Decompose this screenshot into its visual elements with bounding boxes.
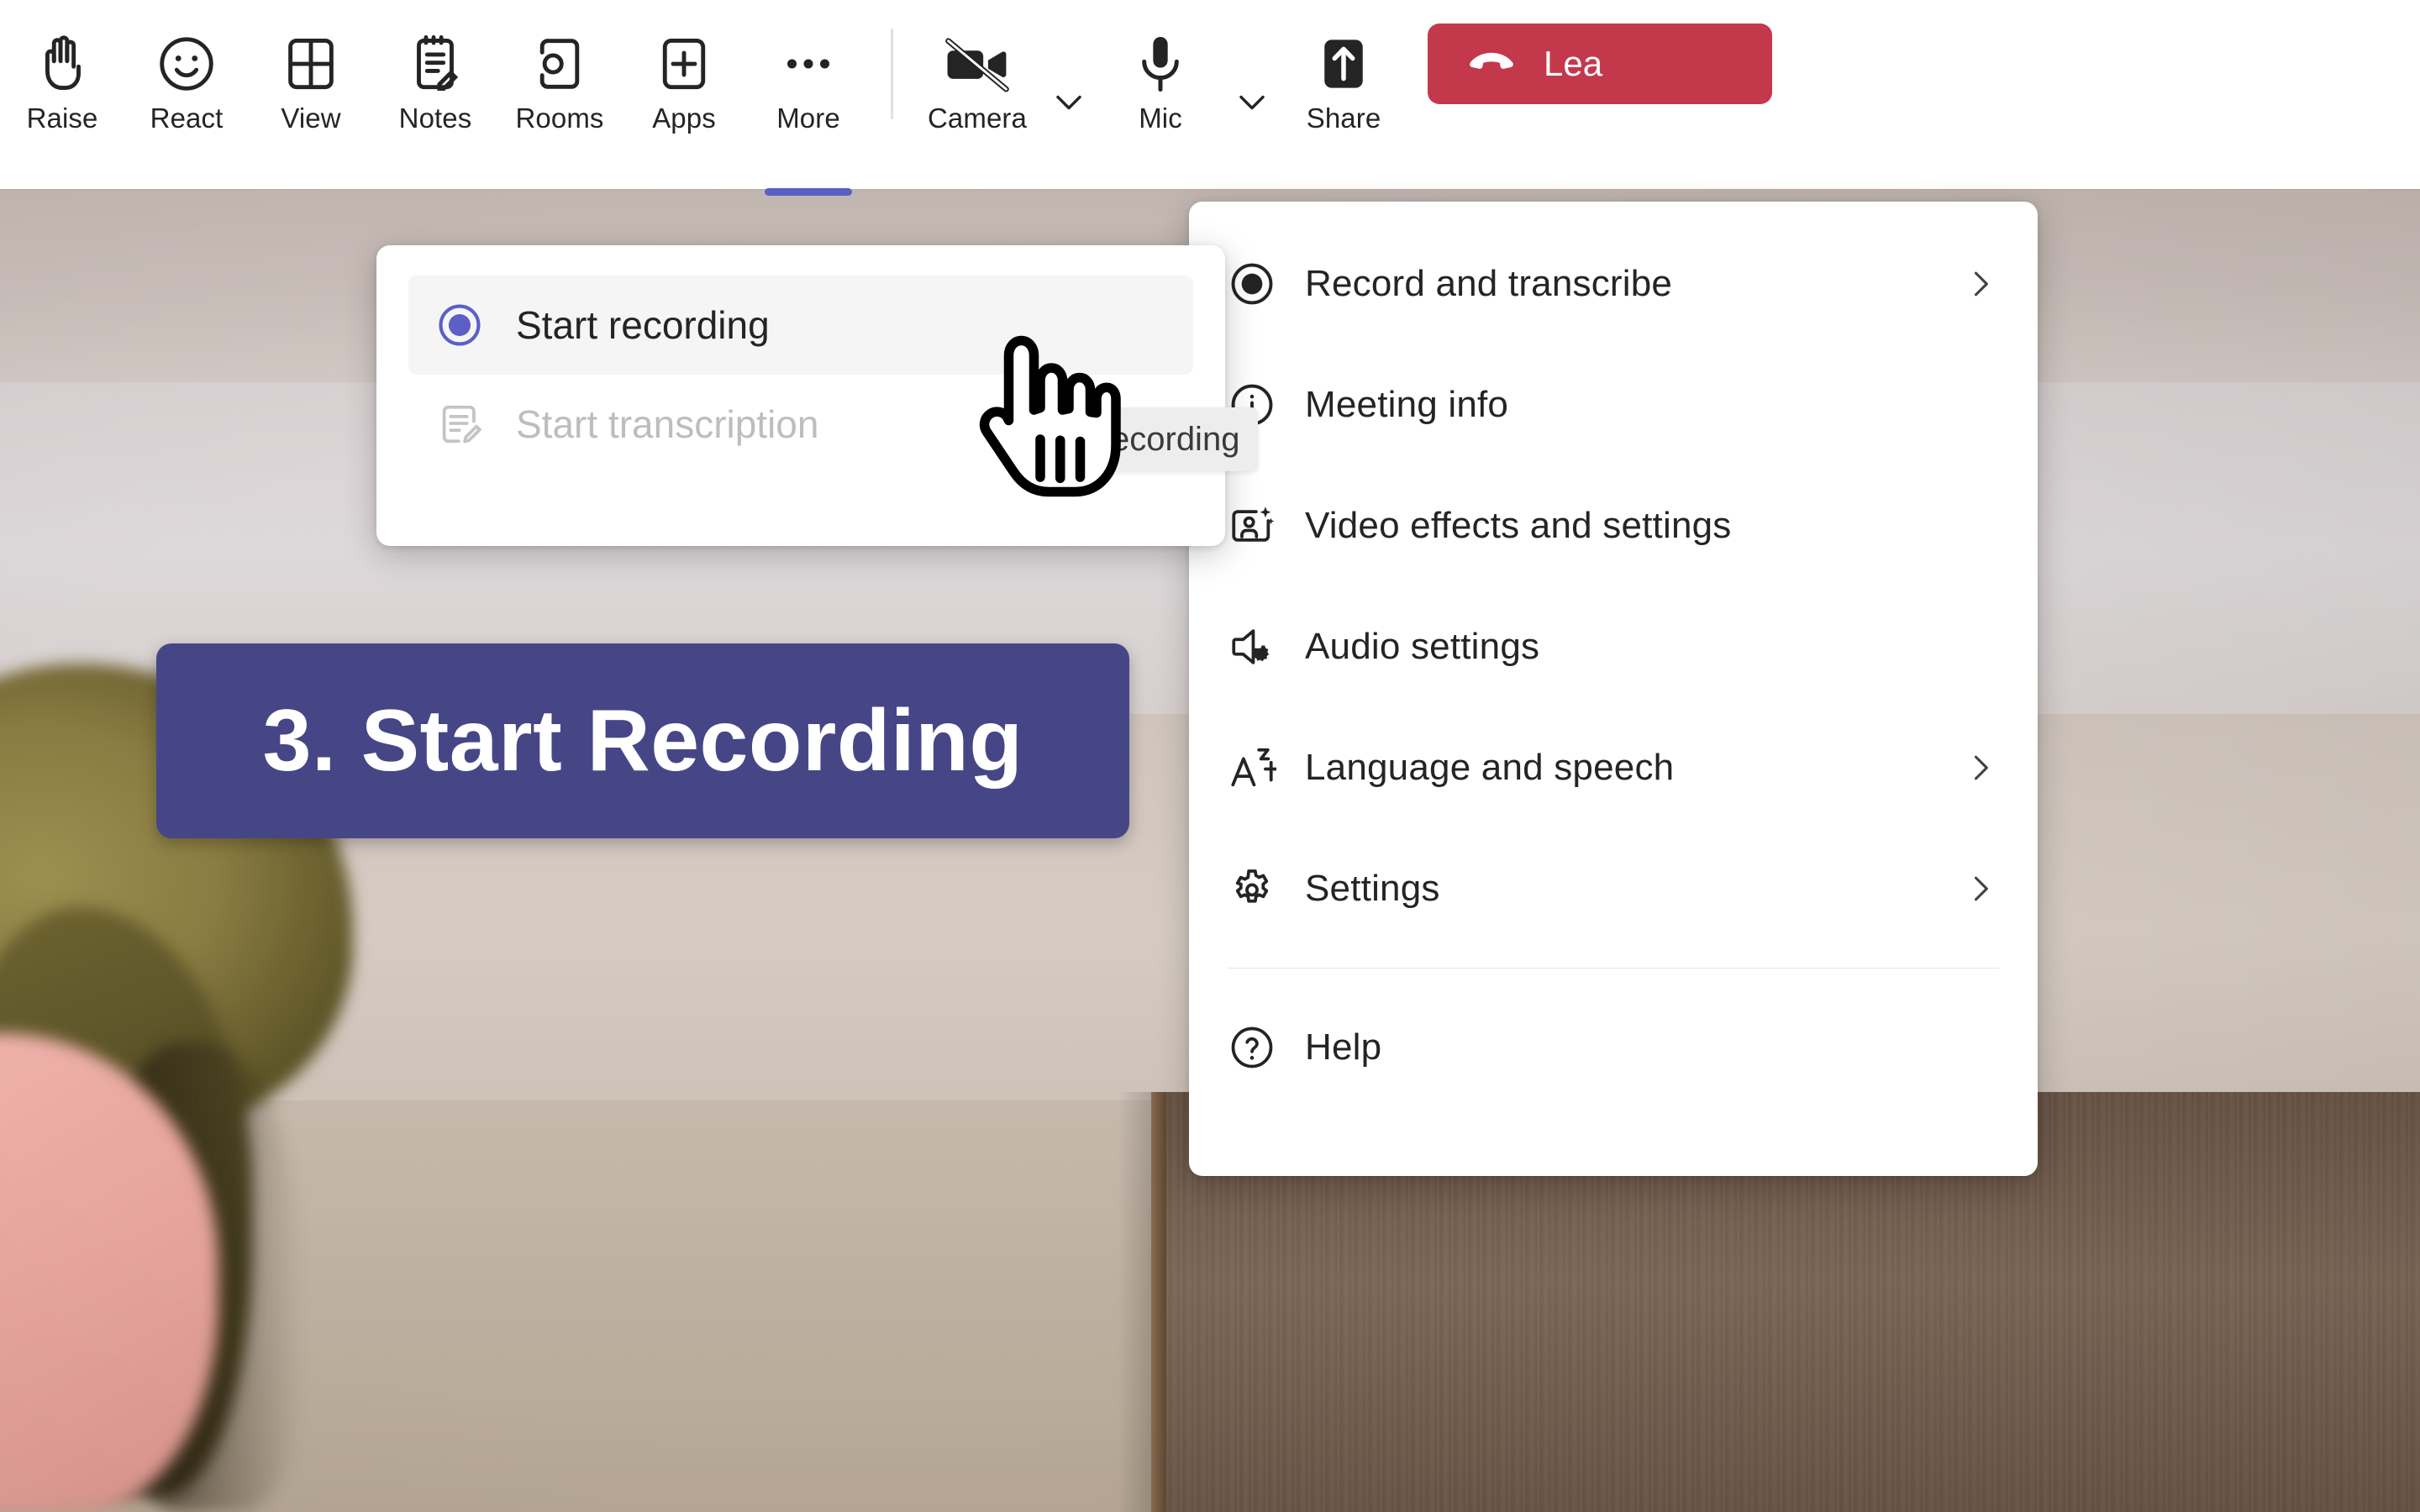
grid-view-icon	[278, 25, 344, 102]
help-circle-icon	[1228, 1023, 1305, 1072]
submenu-item-label: Start transcription	[516, 402, 819, 446]
menu-item-audio-settings[interactable]: Audio settings	[1189, 586, 2038, 707]
menu-item-label: Record and transcribe	[1305, 263, 1673, 304]
gear-icon	[1228, 864, 1305, 913]
toolbar-item-react[interactable]: React	[124, 0, 249, 181]
record-radio-icon	[435, 301, 516, 349]
raise-hand-icon	[29, 25, 95, 102]
toolbar-item-label: Rooms	[515, 102, 604, 134]
toolbar-item-label: Share	[1306, 102, 1381, 134]
submenu-item-start-recording[interactable]: Start recording	[408, 276, 1193, 375]
menu-item-language-and-speech[interactable]: Language and speech	[1189, 707, 2038, 828]
menu-item-video-effects-and-settings[interactable]: Video effects and settings	[1189, 465, 2038, 586]
menu-item-label: Meeting info	[1305, 384, 1509, 425]
microphone-icon	[1127, 25, 1194, 102]
step-banner-text: 3. Start Recording	[262, 691, 1023, 790]
wood-panel-shadow	[1118, 1092, 1155, 1512]
toolbar-item-label: React	[150, 102, 224, 134]
step-banner: 3. Start Recording	[156, 643, 1129, 838]
breakout-rooms-icon	[527, 25, 592, 102]
toolbar-item-label: View	[281, 102, 341, 134]
menu-item-label: Video effects and settings	[1305, 505, 1732, 546]
toolbar-item-notes[interactable]: Notes	[373, 0, 497, 181]
menu-item-label: Help	[1305, 1026, 1382, 1068]
menu-item-label: Language and speech	[1305, 747, 1675, 788]
video-effects-icon	[1228, 501, 1305, 550]
record-circle-icon	[1228, 260, 1305, 308]
toolbar-item-label: More	[776, 102, 840, 134]
language-icon	[1228, 743, 1305, 792]
plus-apps-icon	[651, 25, 717, 102]
menu-divider	[1228, 968, 1999, 969]
leave-button-label: Lea	[1544, 44, 1603, 83]
camera-control-group: Camera	[915, 0, 1098, 181]
meeting-toolbar: Raise React View Notes Rooms Apps More C…	[0, 0, 2420, 196]
submenu-item-start-transcription: Start transcription	[408, 375, 1193, 474]
menu-item-label: Settings	[1305, 868, 1440, 909]
toolbar-item-rooms[interactable]: Rooms	[497, 0, 622, 181]
toolbar-item-share[interactable]: Share	[1281, 0, 1406, 181]
menu-item-label: Audio settings	[1305, 626, 1540, 667]
toolbar-item-raise[interactable]: Raise	[0, 0, 124, 181]
camera-chevron-down-icon[interactable]	[1039, 0, 1098, 179]
record-and-transcribe-submenu: Start recording Start transcription	[376, 245, 1225, 546]
transcription-icon	[435, 400, 516, 449]
chevron-right-icon	[1957, 870, 1999, 907]
menu-item-settings[interactable]: Settings	[1189, 828, 2038, 949]
toolbar-item-label: Apps	[652, 102, 716, 134]
chevron-right-icon	[1957, 265, 1999, 302]
menu-item-help[interactable]: Help	[1189, 987, 2038, 1108]
more-dropdown-menu: Record and transcribe Meeting info Video…	[1189, 202, 2038, 1176]
more-ellipsis-icon	[776, 25, 841, 102]
toolbar-item-label: Raise	[26, 102, 98, 134]
notes-icon	[402, 25, 468, 102]
toolbar-item-more[interactable]: More	[746, 0, 871, 196]
toolbar-item-view[interactable]: View	[249, 0, 373, 181]
menu-item-meeting-info[interactable]: Meeting info	[1189, 344, 2038, 465]
toolbar-item-mic[interactable]: Mic	[1098, 0, 1223, 181]
hangup-phone-icon	[1461, 32, 1522, 97]
cursor-tooltip: ecording	[1092, 407, 1259, 471]
mic-control-group: Mic	[1098, 0, 1281, 181]
active-indicator	[765, 188, 852, 196]
toolbar-item-label: Mic	[1139, 102, 1182, 134]
camera-off-icon	[941, 25, 1013, 102]
toolbar-item-label: Notes	[398, 102, 472, 134]
mic-chevron-down-icon[interactable]	[1223, 0, 1281, 179]
menu-item-record-and-transcribe[interactable]: Record and transcribe	[1189, 223, 2038, 344]
share-screen-icon	[1311, 25, 1376, 102]
toolbar-item-label: Camera	[928, 102, 1027, 134]
submenu-item-label: Start recording	[516, 303, 770, 347]
emoji-smile-icon	[154, 25, 219, 102]
chevron-right-icon	[1957, 749, 1999, 786]
toolbar-item-camera[interactable]: Camera	[915, 0, 1039, 181]
speaker-settings-icon	[1228, 622, 1305, 671]
toolbar-actions: Raise React View Notes Rooms Apps More C…	[0, 0, 1772, 196]
wood-panel-edge	[1151, 1092, 1166, 1512]
tooltip-text: ecording	[1111, 420, 1240, 458]
leave-button[interactable]: Lea	[1428, 24, 1772, 104]
toolbar-divider	[891, 29, 893, 119]
toolbar-item-apps[interactable]: Apps	[622, 0, 746, 181]
